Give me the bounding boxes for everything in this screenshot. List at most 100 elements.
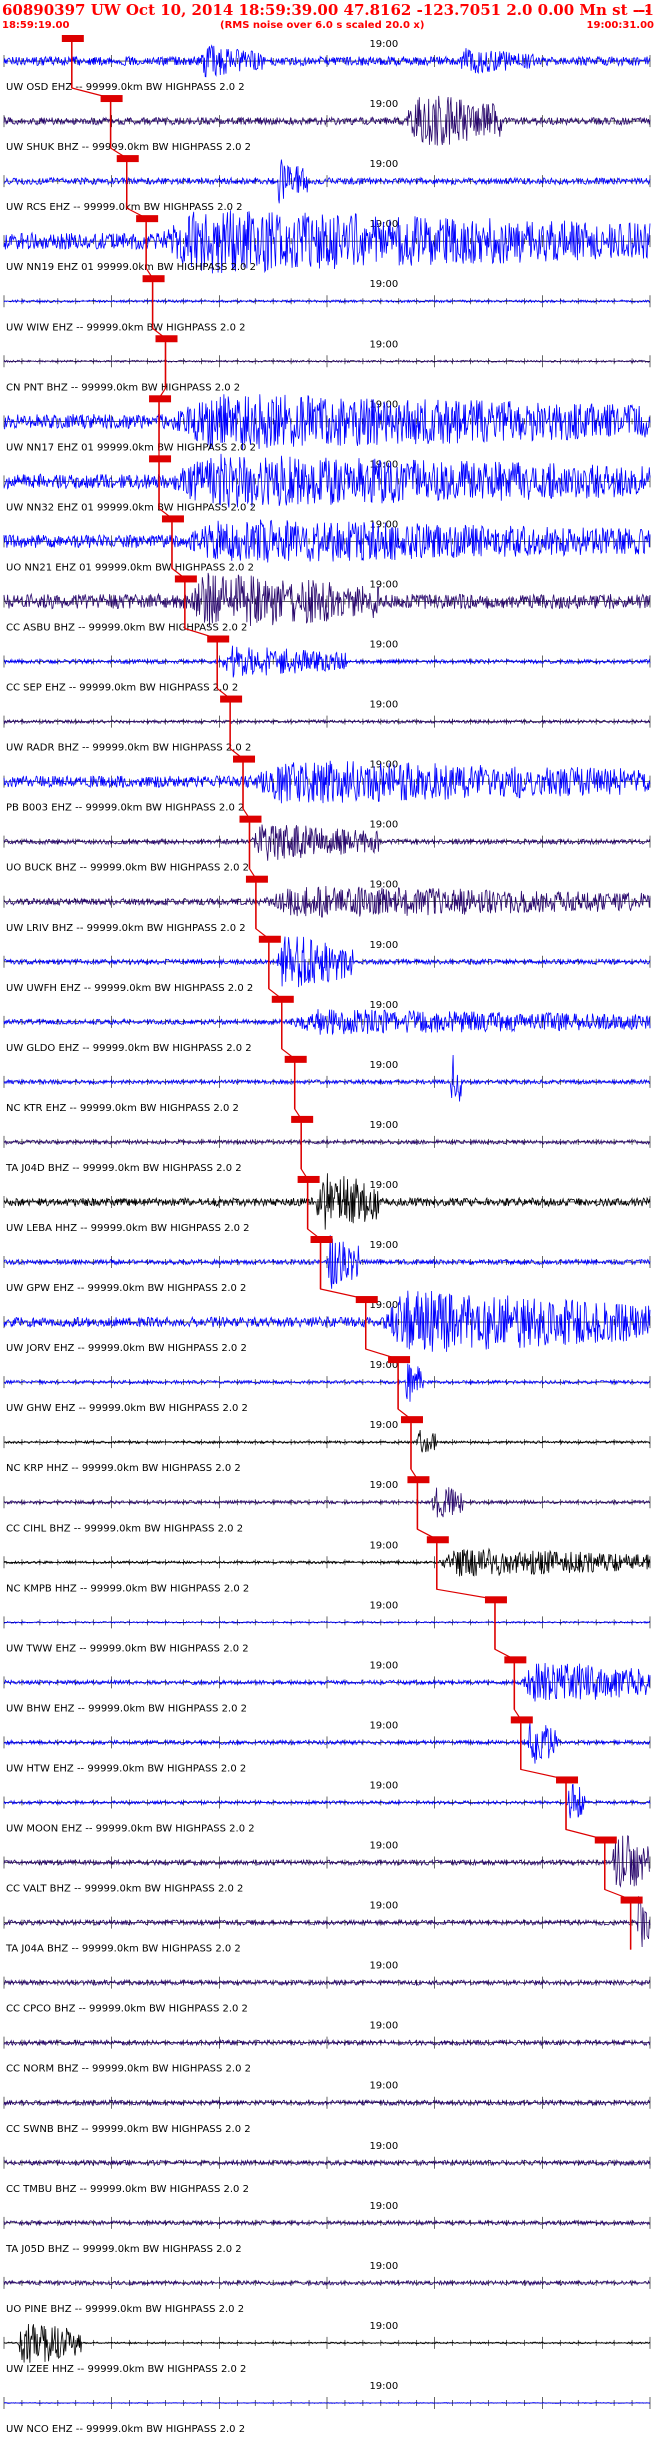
minute-tick-label: 19:00: [369, 2321, 398, 2332]
station-label: CC ASBU BHZ -- 99999.0km BW HIGHPASS 2.0…: [6, 623, 247, 634]
station-label: UW NN17 EHZ 01 99999.0km BW HIGHPASS 2.0…: [6, 442, 256, 453]
pick-tag: [426, 1536, 449, 1544]
event-title-suffix: -1: [637, 1, 654, 19]
minute-tick-label: 19:00: [369, 880, 398, 891]
minute-tick-label: 19:00: [369, 1660, 398, 1671]
header-bar: 60890397 UW Oct 10, 2014 18:59:39.00 47.…: [0, 0, 656, 34]
trace-22: 19:00UW GHW EHZ -- 99999.0km BW HIGHPASS…: [3, 1356, 651, 1414]
trace-18: 19:00 TA J04D BHZ -- 99999.0km BW HIGHPAS…: [3, 1115, 651, 1174]
trace-11: 19:00 UW RADR BHZ -- 99999.0km BW HIGHPAS…: [3, 695, 651, 754]
trace-16: 19:00 UW GLDO EHZ -- 99999.0km BW HIGHPAS…: [3, 995, 651, 1054]
trace-19: 19:00UW LEBA HHZ -- 99999.0km BW HIGHPAS…: [3, 1173, 651, 1234]
station-label: UW WIW EHZ -- 99999.0km BW HIGHPASS 2.0 …: [6, 322, 245, 333]
station-label: UW RADR BHZ -- 99999.0km BW HIGHPASS 2.0…: [6, 743, 251, 754]
pick-tag: [400, 1416, 423, 1424]
waveform: [3, 1547, 651, 1577]
waveform: [3, 1722, 651, 1764]
trace-29: 19:00 UW MOON EHZ -- 99999.0km BW HIGHPAS…: [3, 1776, 651, 1835]
minute-tick-label: 19:00: [369, 700, 398, 711]
minute-tick-label: 19:00: [369, 1000, 398, 1011]
minute-tick-label: 19:00: [369, 1720, 398, 1731]
station-label: TA J05D BHZ -- 99999.0km BW HIGHPASS 2.0…: [5, 2244, 242, 2255]
pick-tag: [297, 1175, 320, 1183]
minute-tick-label: 19:00: [369, 1240, 398, 1251]
pick-tag: [504, 1656, 527, 1664]
pick-tag: [245, 875, 268, 883]
waveform: [3, 1783, 651, 1819]
minute-tick-label: 19:00: [369, 820, 398, 831]
minute-tick-label: 19:00: [369, 2081, 398, 2092]
waveform: [3, 453, 651, 508]
pick-tag: [310, 1236, 333, 1243]
minute-tick-label: 19:00: [369, 339, 398, 350]
trace-23: 19:00 NC KRP HHZ -- 99999.0km BW HIGHPASS…: [3, 1416, 651, 1474]
station-label: UW GPW EHZ -- 99999.0km BW HIGHPASS 2.0 …: [6, 1283, 246, 1294]
trace-14: 19:00 UW LRIV BHZ -- 99999.0km BW HIGHPAS…: [3, 875, 651, 934]
trace-28: 19:00 UW HTW EHZ -- 99999.0km BW HIGHPASS…: [3, 1716, 651, 1774]
minute-tick-label: 19:00: [369, 1480, 398, 1491]
trace-36: 19:00 TA J05D BHZ -- 99999.0km BW HIGHPAS…: [3, 2201, 651, 2255]
station-label: UW NCO EHZ -- 99999.0km BW HIGHPASS 2.0 …: [6, 2424, 245, 2435]
trace-2: 19:00 UW RCS EHZ -- 99999.0km BW HIGHPASS…: [3, 155, 651, 213]
minute-tick-label: 19:00: [369, 1420, 398, 1431]
station-label: UW IZEE HHZ -- 99999.0km BW HIGHPASS 2.0…: [6, 2364, 246, 2375]
trace-5: 19:00 CN PNT BHZ -- 99999.0km BW HIGHPASS…: [3, 335, 651, 393]
minute-tick-label: 19:00: [369, 99, 398, 110]
station-label: TA J04A BHZ -- 99999.0km BW HIGHPASS 2.0…: [5, 1944, 241, 1955]
trace-24: 19:00 CC CIHL BHZ -- 99999.0km BW HIGHPAS…: [3, 1476, 651, 1534]
pick-tag: [271, 995, 294, 1003]
minute-tick-label: 19:00: [369, 1961, 398, 1972]
station-label: CC SWNB BHZ -- 99999.0km BW HIGHPASS 2.0…: [6, 2124, 251, 2135]
trace-6: 19:00UW NN17 EHZ 01 99999.0km BW HIGHPAS…: [3, 394, 651, 453]
trace-31: 19:00 TA J04A BHZ -- 99999.0km BW HIGHPAS…: [3, 1895, 651, 1955]
pick-tag: [239, 815, 262, 823]
station-label: UO PINE BHZ -- 99999.0km BW HIGHPASS 2.0…: [6, 2304, 244, 2315]
station-label: UW GHW EHZ -- 99999.0km BW HIGHPASS 2.0 …: [6, 1403, 248, 1414]
rms-note: (RMS noise over 6.0 s scaled 20.0 x): [220, 20, 425, 31]
trace-13: 19:00 UO BUCK BHZ -- 99999.0km BW HIGHPAS…: [3, 815, 651, 874]
trace-34: 19:00 CC SWNB BHZ -- 99999.0km BW HIGHPAS…: [3, 2081, 651, 2135]
trace-9: 19:00 CC ASBU BHZ -- 99999.0km BW HIGHPAS…: [3, 572, 651, 634]
station-label: TA J04D BHZ -- 99999.0km BW HIGHPASS 2.0…: [5, 1163, 242, 1174]
trace-39: 19:00 UW NCO EHZ -- 99999.0km BW HIGHPASS…: [3, 2381, 651, 2435]
station-label: NC KMPB HHZ -- 99999.0km BW HIGHPASS 2.0…: [6, 1583, 249, 1594]
waveform: [3, 1895, 651, 1948]
trace-38: 19:00 UW IZEE HHZ -- 99999.0km BW HIGHPAS…: [3, 2321, 651, 2375]
station-label: UW GLDO EHZ -- 99999.0km BW HIGHPASS 2.0…: [6, 1043, 252, 1054]
station-label: PB B003 EHZ -- 99999.0km BW HIGHPASS 2.0…: [6, 803, 244, 814]
minute-tick-label: 19:00: [369, 1901, 398, 1912]
minute-tick-label: 19:00: [369, 579, 398, 590]
pick-tag: [407, 1476, 430, 1484]
trace-3: 19:00UW NN19 EHZ 01 99999.0km BW HIGHPAS…: [3, 210, 651, 274]
minute-tick-label: 19:00: [369, 159, 398, 170]
minute-tick-label: 19:00: [369, 279, 398, 290]
trace-20: 19:00 UW GPW EHZ -- 99999.0km BW HIGHPASS…: [3, 1235, 651, 1294]
minute-tick-label: 19:00: [369, 1060, 398, 1071]
pick-tag: [510, 1716, 533, 1724]
pick-tag: [116, 155, 139, 163]
station-label: UW SHUK BHZ -- 99999.0km BW HIGHPASS 2.0…: [6, 142, 251, 153]
station-label: NC KRP HHZ -- 99999.0km BW HIGHPASS 2.0 …: [6, 1463, 241, 1474]
trace-30: 19:00 CC VALT BHZ -- 99999.0km BW HIGHPAS…: [3, 1835, 651, 1895]
waveform: [3, 95, 651, 146]
pick-tag: [284, 1055, 307, 1063]
pick-tag: [61, 35, 84, 42]
pick-tag: [258, 935, 281, 943]
trace-35: 19:00 CC TMBU BHZ -- 99999.0km BW HIGHPAS…: [3, 2141, 651, 2195]
trace-17: 19:00 NC KTR EHZ -- 99999.0km BW HIGHPASS…: [3, 1054, 651, 1114]
trace-0: 19:00 UW OSD EHZ -- 99999.0km BW HIGHPASS…: [3, 35, 651, 93]
waveform: [3, 824, 651, 861]
pick-tag: [161, 515, 184, 523]
station-label: UW UWFH EHZ -- 99999.0km BW HIGHPASS 2.0…: [6, 983, 253, 994]
trace-27: 19:00 UW BHW EHZ -- 99999.0km BW HIGHPASS…: [3, 1656, 651, 1714]
minute-tick-label: 19:00: [369, 1120, 398, 1131]
minute-tick-label: 19:00: [369, 1540, 398, 1551]
pick-tag: [142, 275, 165, 283]
waveform: [3, 159, 651, 204]
station-label: UW BHW EHZ -- 99999.0km BW HIGHPASS 2.0 …: [6, 1703, 247, 1714]
station-label: UW LEBA HHZ -- 99999.0km BW HIGHPASS 2.0…: [6, 1223, 250, 1234]
trace-1: 19:00 UW SHUK BHZ -- 99999.0km BW HIGHPAS…: [3, 95, 651, 153]
minute-tick-label: 19:00: [369, 640, 398, 651]
station-label: UW OSD EHZ -- 99999.0km BW HIGHPASS 2.0 …: [6, 82, 245, 93]
station-label: CC VALT BHZ -- 99999.0km BW HIGHPASS 2.0…: [6, 1884, 243, 1895]
